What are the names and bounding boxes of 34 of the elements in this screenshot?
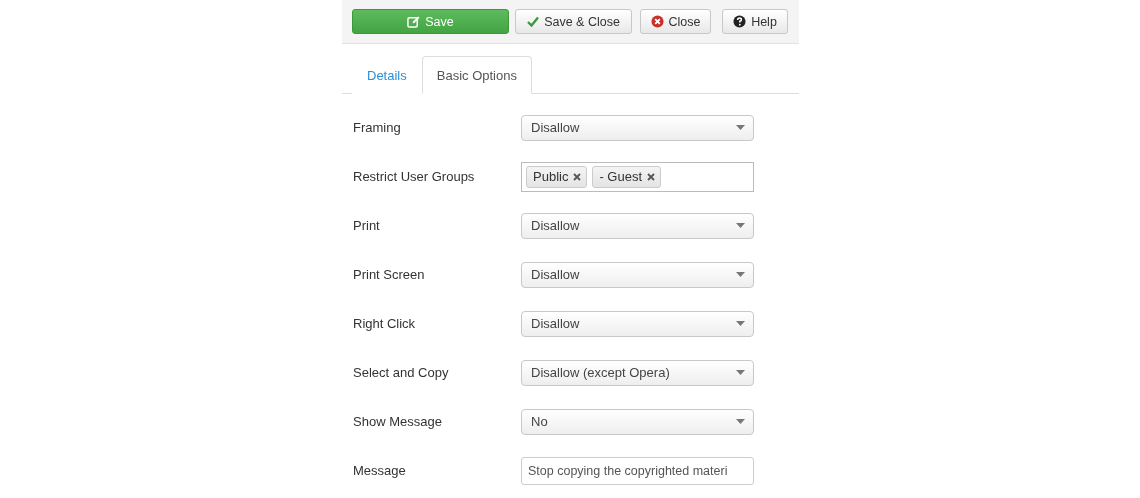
select-field[interactable]: Disallow [521,114,754,141]
field-label: Message [353,463,407,478]
select-field[interactable]: Disallow [521,310,754,337]
select-field[interactable]: Disallow [521,212,754,239]
tab[interactable]: Basic Options [421,56,532,94]
field-label: Restrict User Groups [353,169,476,184]
tag-chip: Public [526,165,588,188]
caret-icon [736,419,745,424]
select-field[interactable]: Disallow [521,261,754,288]
edit-icon [407,15,421,28]
tag-chip: - Guest [592,165,662,188]
field-label: Print [353,218,381,233]
field-label: Framing [353,120,402,135]
close-button[interactable]: Close [640,9,711,34]
field-label: Show Message [353,414,443,429]
caret-icon [736,223,745,228]
caret-icon [736,370,745,375]
help-button[interactable]: Help [722,9,788,34]
help-icon [733,15,747,28]
field-label: Print Screen [353,267,426,282]
remove-icon[interactable] [647,172,656,181]
caret-icon [736,125,745,130]
tags-field[interactable]: Public - Guest [521,161,754,192]
remove-icon[interactable] [573,172,582,181]
select-field[interactable]: Disallow (except Opera) [521,359,754,386]
field-label: Select and Copy [353,365,450,380]
select-field[interactable]: No [521,408,754,435]
input-field[interactable]: Stop copying the copyrighted materi [521,456,754,485]
save-close-button[interactable]: Save & Close [515,9,632,34]
check-icon [527,16,540,27]
caret-icon [736,272,745,277]
caret-icon [736,321,745,326]
close-icon [650,15,664,28]
field-label: Right Click [353,316,417,331]
